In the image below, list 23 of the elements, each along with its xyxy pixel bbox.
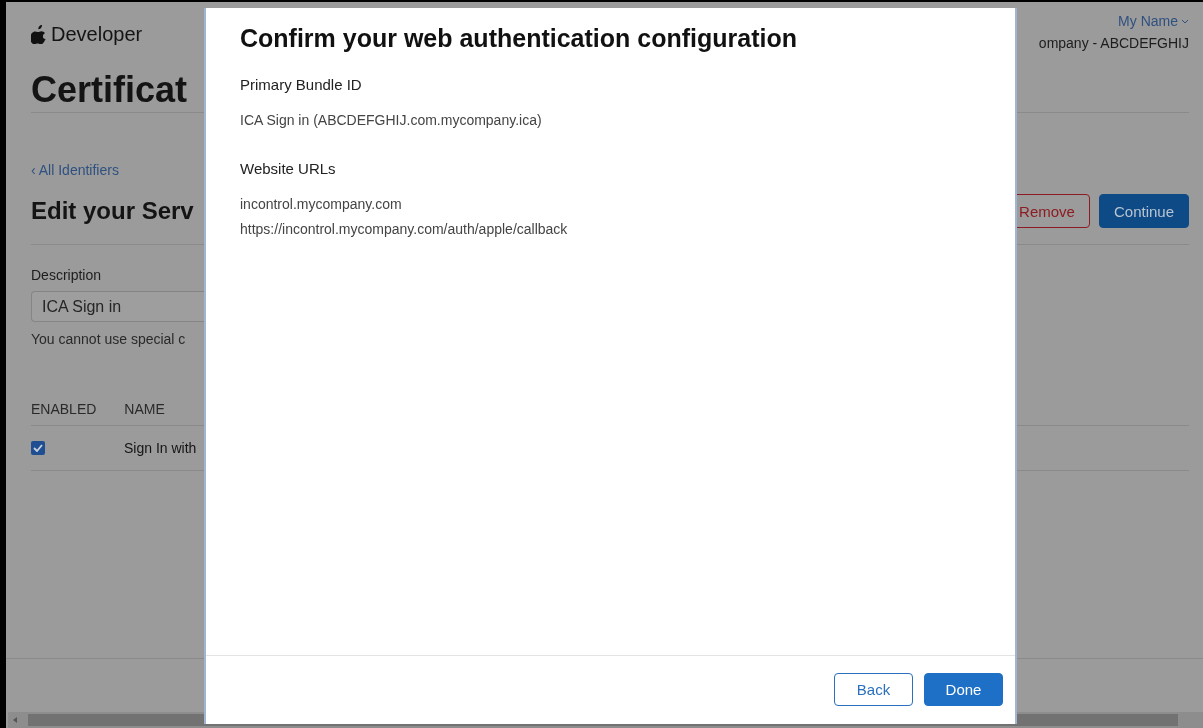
- section-heading: Website URLs: [240, 160, 337, 177]
- page-title: Certificat: [31, 68, 188, 112]
- account-menu[interactable]: My Name: [1118, 13, 1189, 29]
- team-name: ompany - ABCDEFGHIJ: [1038, 35, 1189, 51]
- capability-name: Sign In with: [124, 440, 197, 456]
- section-heading: Primary Bundle ID: [240, 76, 363, 93]
- page-heading: Edit your Serv: [31, 197, 194, 225]
- section-value: ICA Sign in (ABCDEFGHIJ.com.mycompany.ica): [240, 111, 543, 129]
- back-link[interactable]: ‹ All Identifiers: [31, 162, 119, 178]
- checkbox[interactable]: [31, 441, 45, 455]
- continue-button[interactable]: Continue: [1098, 194, 1189, 228]
- dialog-title: Confirm your web authentication configuration: [240, 23, 798, 54]
- hint-text: You cannot use special c: [31, 331, 187, 347]
- section-value: incontrol.mycompany.com: [240, 195, 403, 213]
- section-value: https://incontrol.mycompany.com/auth/apple/callback: [240, 220, 569, 238]
- column-header: ENABLED: [31, 401, 97, 419]
- back-button[interactable]: Back: [834, 672, 913, 706]
- apple-logo-icon: [31, 25, 47, 44]
- chevron-down-icon: [1181, 18, 1189, 24]
- field-label: Description: [31, 267, 103, 283]
- logo-text: Developer: [51, 23, 143, 46]
- done-button[interactable]: Done: [924, 672, 1003, 706]
- column-header: NAME: [124, 401, 165, 419]
